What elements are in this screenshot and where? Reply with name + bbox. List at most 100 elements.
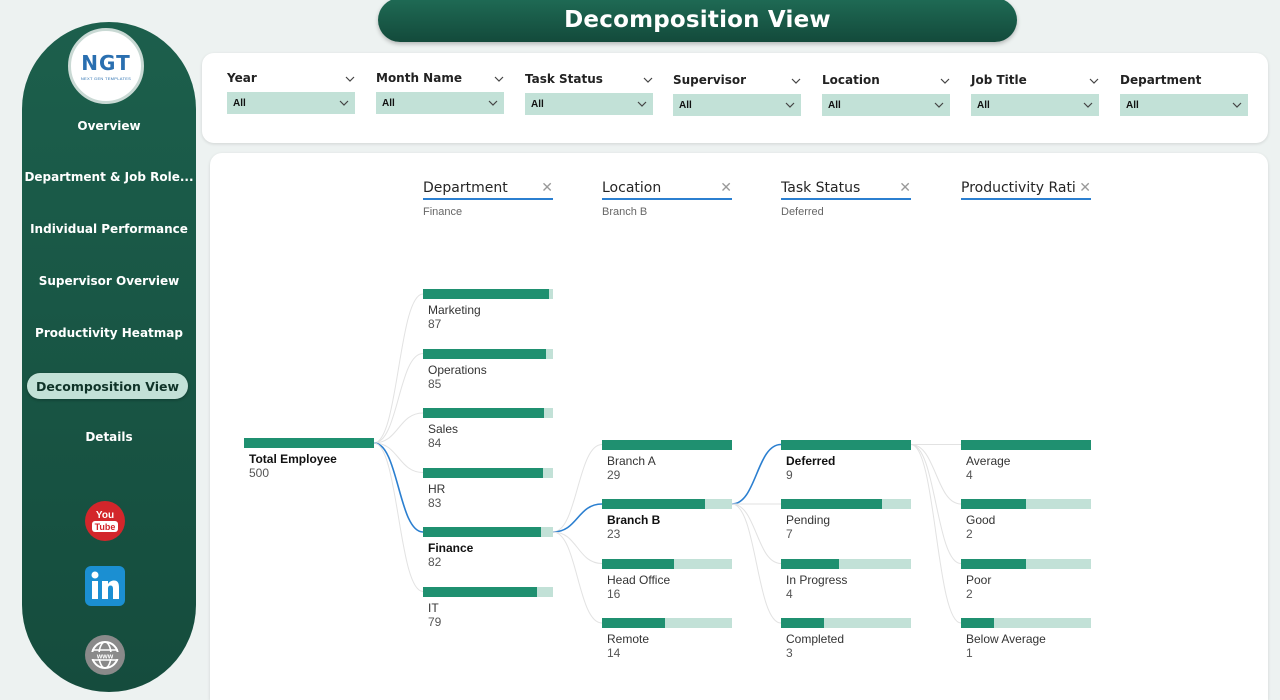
close-icon[interactable]: ✕ (1079, 180, 1091, 196)
chevron-down-icon[interactable] (791, 75, 801, 85)
filter-dropdown-department[interactable]: All (1120, 94, 1248, 116)
filter-value: All (233, 97, 246, 109)
level-header-task-status: Task Status ✕ Deferred (781, 178, 911, 218)
link-line (910, 444, 962, 624)
tree-node-completed[interactable]: Completed 3 (781, 618, 911, 660)
node-bar-fill (602, 499, 706, 509)
filter-label-text: Job Title (971, 73, 1027, 87)
tree-node-marketing[interactable]: Marketing 87 (423, 289, 553, 331)
node-bar-fill (781, 439, 911, 450)
tree-node-sales[interactable]: Sales 84 (423, 408, 553, 450)
node-label: Operations (428, 362, 487, 377)
node-value: 85 (428, 376, 442, 391)
node-bar-track (423, 586, 553, 597)
close-icon[interactable]: ✕ (899, 180, 911, 196)
filter-task-status: Task Status All (525, 70, 653, 115)
tree-node-head-office[interactable]: Head Office 16 (602, 558, 732, 601)
filter-label-text: Department (1120, 73, 1202, 87)
tree-node-branch-a[interactable]: Branch A 29 (602, 439, 732, 482)
sidebar-item-details[interactable]: Details (22, 424, 196, 450)
filter-dropdown-month-name[interactable]: All (376, 92, 504, 114)
node-value: 14 (607, 646, 621, 660)
tree-node-poor[interactable]: Poor 2 (961, 558, 1091, 601)
tree-node-good[interactable]: Good 2 (961, 499, 1091, 541)
filter-label-text: Year (227, 71, 257, 85)
tree-node-remote[interactable]: Remote 14 (602, 618, 732, 660)
tree-node-branch-b[interactable]: Branch B 23 (602, 499, 732, 541)
node-label: Sales (428, 422, 459, 436)
node-value: 4 (786, 586, 793, 601)
tree-node-hr[interactable]: HR 83 (423, 467, 553, 510)
page-title-banner: Decomposition View (378, 0, 1017, 42)
level-title-text: Productivity Rati... (961, 180, 1076, 196)
decomposition-tree-panel: Department ✕ Finance Location ✕ Branch B Task … (210, 153, 1268, 700)
level-title: Productivity Rati...✕ (961, 178, 1091, 200)
node-bar-track (602, 499, 732, 509)
filter-label: Year (227, 69, 355, 87)
node-bar-track (602, 558, 732, 569)
close-icon[interactable]: ✕ (541, 180, 553, 196)
filter-location: Location All (822, 71, 950, 116)
node-label: Head Office (607, 572, 671, 587)
filter-value: All (977, 99, 990, 111)
sidebar-item-decomposition-view[interactable]: Decomposition View (27, 373, 188, 399)
chevron-down-icon[interactable] (494, 73, 504, 83)
tree-node-total-employee[interactable]: Total Employee 500 (244, 438, 374, 480)
node-value: 7 (786, 527, 793, 541)
tree-node-average[interactable]: Average 4 (961, 439, 1091, 482)
tree-node-operations[interactable]: Operations 85 (423, 348, 553, 391)
tree-node-pending[interactable]: Pending 7 (781, 499, 911, 541)
chevron-down-icon[interactable] (345, 73, 355, 83)
filter-value: All (828, 99, 841, 111)
youtube-icon[interactable]: You Tube (84, 500, 126, 542)
node-bar-fill (602, 558, 674, 569)
node-bar-fill (423, 527, 542, 537)
node-value: 79 (428, 614, 442, 629)
tree-node-finance[interactable]: Finance 82 (423, 527, 553, 569)
node-label: Total Employee (249, 452, 337, 466)
sidebar-item-individual-performance[interactable]: Individual Performance (22, 216, 196, 242)
linkedin-icon[interactable] (84, 565, 126, 607)
chevron-down-icon[interactable] (1089, 75, 1099, 85)
filter-job-title: Job Title All (971, 71, 1099, 116)
sidebar-item-department-job-role[interactable]: Department & Job Role... (22, 164, 196, 190)
sidebar-item-productivity-heatmap[interactable]: Productivity Heatmap (22, 320, 196, 346)
chevron-down-icon[interactable] (940, 75, 950, 85)
filter-dropdown-task-status[interactable]: All (525, 93, 653, 115)
node-bar-track (781, 558, 911, 569)
chevron-down-icon (339, 98, 349, 108)
filter-dropdown-job-title[interactable]: All (971, 94, 1099, 116)
filter-month-name: Month Name All (376, 69, 504, 114)
tree-node-deferred[interactable]: Deferred 9 (781, 439, 911, 482)
sidebar-item-supervisor-overview[interactable]: Supervisor Overview (22, 268, 196, 294)
node-label: Remote (607, 632, 650, 646)
level-title: Task Status ✕ (781, 178, 911, 200)
filter-dropdown-location[interactable]: All (822, 94, 950, 116)
node-bar-track (423, 289, 553, 299)
node-label: Average (966, 453, 1011, 468)
node-bar-track (961, 558, 1091, 569)
node-label: Branch B (607, 513, 661, 527)
node-value: 16 (607, 586, 621, 601)
tree-node-in-progress[interactable]: In Progress 4 (781, 558, 911, 601)
node-value: 23 (607, 527, 621, 541)
filter-label-text: Task Status (525, 72, 603, 86)
youtube-text-you: You (96, 510, 114, 521)
node-value: 3 (786, 646, 793, 660)
chevron-down-icon[interactable] (643, 74, 653, 84)
sidebar-item-overview[interactable]: Overview (22, 113, 196, 139)
node-value: 87 (428, 317, 442, 331)
close-icon[interactable]: ✕ (720, 180, 732, 196)
node-bar-fill (423, 586, 538, 597)
filter-value: All (1126, 99, 1139, 111)
active-link-line (552, 503, 603, 533)
tree-node-it[interactable]: IT 79 (423, 586, 553, 629)
filter-dropdown-supervisor[interactable]: All (673, 94, 801, 116)
node-value: 500 (249, 466, 270, 480)
website-icon[interactable]: www (84, 634, 126, 676)
filter-dropdown-year[interactable]: All (227, 92, 355, 114)
filter-label: Location (822, 71, 950, 89)
tree-node-below-average[interactable]: Below Average 1 (961, 618, 1091, 660)
node-value: 82 (428, 555, 442, 569)
website-text: www (96, 654, 114, 661)
